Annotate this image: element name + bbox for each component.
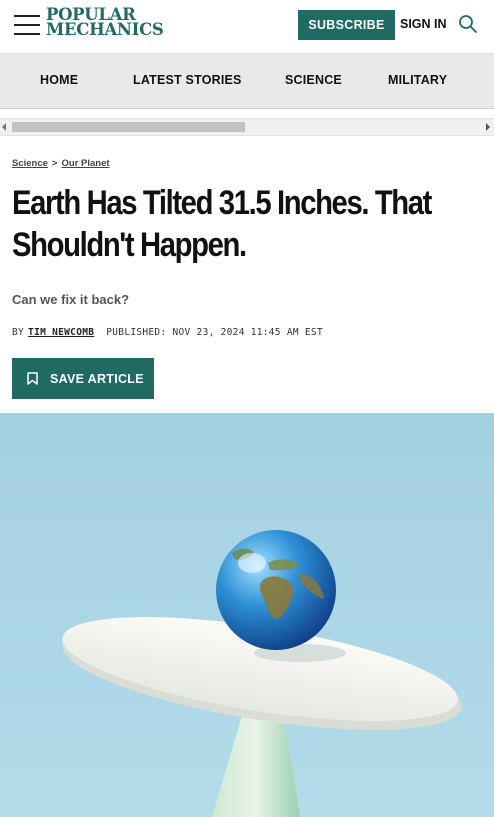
main-nav: HOME LATEST STORIES SCIENCE MILITARY [0,54,494,109]
site-header: Popular Mechanics SUBSCRIBE SIGN IN [0,0,494,54]
breadcrumb-separator: > [51,158,58,169]
logo-line-2: Mechanics [46,20,164,39]
breadcrumb-our-planet[interactable]: Our Planet [61,158,109,169]
hero-image [0,413,494,817]
nav-item-latest-stories[interactable]: LATEST STORIES [133,73,242,87]
subscribe-button[interactable]: SUBSCRIBE [298,10,395,40]
nav-scrollbar[interactable] [0,118,494,136]
search-icon[interactable] [458,14,478,34]
byline: BY TIM NEWCOMB PUBLISHED: NOV 23, 2024 11:… [12,327,323,338]
save-article-button[interactable]: SAVE ARTICLE [12,358,154,399]
site-logo[interactable]: Popular Mechanics [46,6,164,39]
save-article-label: SAVE ARTICLE [50,371,144,386]
hamburger-icon[interactable] [14,13,40,37]
sign-in-link[interactable]: SIGN IN [400,17,447,31]
nav-item-science[interactable]: SCIENCE [285,73,342,87]
bookmark-icon [27,372,38,385]
breadcrumb: Science > Our Planet [12,158,110,169]
article-headline: Earth Has Tilted 31.5 Inches. That Shoul… [12,184,432,264]
byline-by-label: BY [12,327,25,338]
nav-item-home[interactable]: HOME [40,73,78,87]
scrollbar-thumb[interactable] [12,122,245,132]
scroll-left-arrow-icon[interactable] [2,123,6,131]
author-link[interactable]: TIM NEWCOMB [28,327,94,338]
breadcrumb-science[interactable]: Science [12,158,48,169]
article-dek: Can we fix it back? [12,292,130,307]
scroll-right-arrow-icon[interactable] [486,123,490,131]
published-date: PUBLISHED: NOV 23, 2024 11:45 AM EST [106,327,323,338]
nav-item-military[interactable]: MILITARY [388,73,447,87]
